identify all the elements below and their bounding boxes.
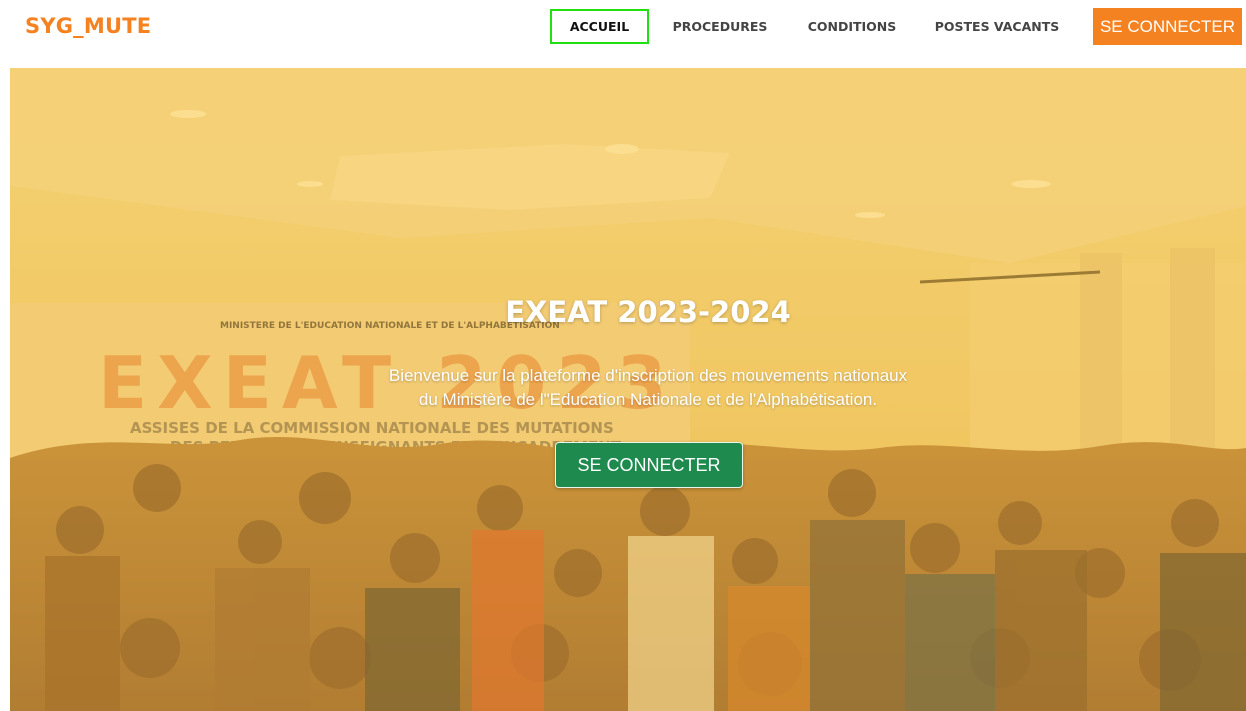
header-login-button[interactable]: SE CONNECTER bbox=[1093, 8, 1242, 45]
hero-title: EXEAT 2023-2024 bbox=[505, 295, 791, 329]
nav-accueil-link[interactable]: ACCUEIL bbox=[550, 9, 649, 44]
hero-login-button[interactable]: SE CONNECTER bbox=[555, 442, 743, 488]
hero-description-line: du Ministère de l"Education Nationale et… bbox=[418, 390, 878, 409]
nav-procedures-link[interactable]: PROCEDURES bbox=[666, 9, 774, 44]
nav-conditions-link[interactable]: CONDITIONS bbox=[802, 9, 902, 44]
top-navbar: SYG_MUTE ACCUEIL PROCEDURES CONDITIONS P… bbox=[0, 0, 1246, 58]
hero-section: MINISTERE DE L'EDUCATION NATIONALE ET DE… bbox=[10, 68, 1246, 711]
hero-description-line: Bienvenue sur la plateforme d'inscriptio… bbox=[388, 366, 908, 385]
brand-logo[interactable]: SYG_MUTE bbox=[25, 14, 151, 38]
nav-postes-vacants-link[interactable]: POSTES VACANTS bbox=[930, 9, 1064, 44]
hero-description: Bienvenue sur la plateforme d'inscriptio… bbox=[310, 364, 986, 412]
